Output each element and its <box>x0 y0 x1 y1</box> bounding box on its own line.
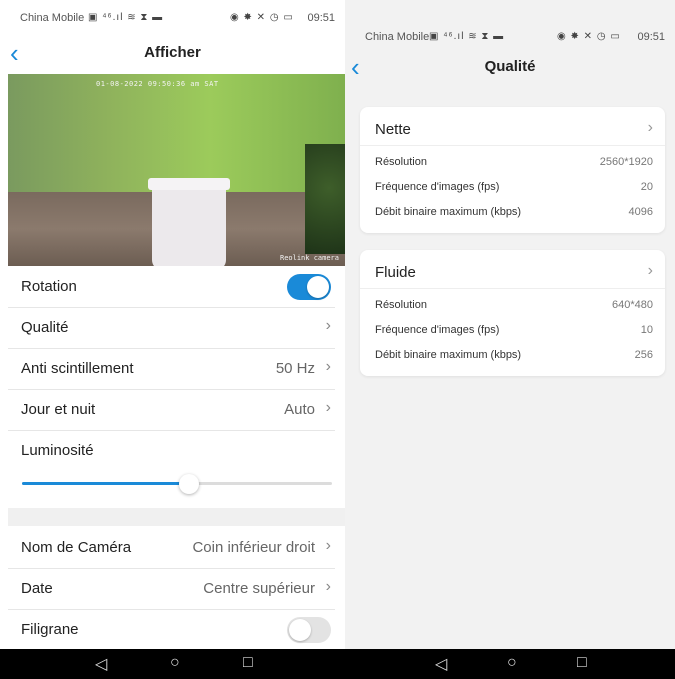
status-bar: China Mobile ▣ ⁴⁶.ıl ≋ ⧗ ▬ ◉ ✸ ✕ ◷ ▭ 09:… <box>0 8 345 28</box>
chevron-right-icon: › <box>647 262 653 279</box>
rotation-toggle[interactable] <box>287 274 331 300</box>
quality-screen: China Mobile ▣ ⁴⁶.ıl ≋ ⧗ ▬ ◉ ✸ ✕ ◷ ▭ 09:… <box>345 0 675 679</box>
spec-row: Fréquence d'images (fps) 10 <box>375 324 653 336</box>
date-value: Centre supérieur <box>203 580 315 597</box>
header: ‹ Afficher <box>0 38 345 70</box>
system-nav-bar: ◁ ○ □ <box>345 649 675 679</box>
brightness-thumb[interactable] <box>179 474 199 494</box>
spec-row: Fréquence d'images (fps) 20 <box>375 181 653 193</box>
signal-icons: ▣ ⁴⁶.ıl ≋ ⧗ ▬ <box>429 31 505 42</box>
spec-row: Débit binaire maximum (kbps) 256 <box>375 349 653 361</box>
header: ‹ Qualité <box>345 52 675 84</box>
page-title: Afficher <box>144 44 201 61</box>
spec-row: Résolution 640*480 <box>375 299 653 311</box>
card-divider <box>360 145 665 146</box>
nav-recent-icon[interactable]: □ <box>577 654 587 672</box>
nav-back-icon[interactable]: ◁ <box>435 654 447 674</box>
nav-home-icon[interactable]: ○ <box>170 654 180 672</box>
row-watermark[interactable]: Filigrane <box>8 610 335 650</box>
day-night-value: Auto <box>284 401 315 418</box>
chevron-right-icon: › <box>325 317 331 334</box>
page-title: Qualité <box>484 58 536 75</box>
card-title: Nette <box>375 121 411 138</box>
preview-watermark: Reolink camera <box>279 254 339 262</box>
camera-name-value: Coin inférieur droit <box>192 539 315 556</box>
signal-icons: ▣ ⁴⁶.ıl ≋ ⧗ ▬ <box>88 12 164 23</box>
spec-row: Résolution 2560*1920 <box>375 156 653 168</box>
row-rotation[interactable]: Rotation <box>8 267 335 308</box>
section-divider <box>8 508 345 526</box>
nav-back-icon[interactable]: ◁ <box>95 654 107 674</box>
quality-card-clear[interactable]: Nette › Résolution 2560*1920 Fréquence d… <box>360 107 665 233</box>
status-bar: China Mobile ▣ ⁴⁶.ıl ≋ ⧗ ▬ ◉ ✸ ✕ ◷ ▭ 09:… <box>345 27 675 47</box>
date-label: Date <box>21 580 53 597</box>
card-title: Fluide <box>375 264 416 281</box>
display-settings-screen: China Mobile ▣ ⁴⁶.ıl ≋ ⧗ ▬ ◉ ✸ ✕ ◷ ▭ 09:… <box>0 0 345 679</box>
brightness-label: Luminosité <box>21 442 94 459</box>
nav-recent-icon[interactable]: □ <box>243 654 253 672</box>
camera-preview: 01-08-2022 09:50:36 am SAT Reolink camer… <box>8 74 345 266</box>
day-night-label: Jour et nuit <box>21 401 96 418</box>
anti-flicker-label: Anti scintillement <box>21 360 134 377</box>
carrier-label: China Mobile <box>20 12 85 24</box>
row-date[interactable]: Date Centre supérieur › <box>8 569 335 610</box>
quality-label: Qualité <box>21 319 69 336</box>
anti-flicker-value: 50 Hz <box>275 360 315 377</box>
carrier-label: China Mobile <box>365 31 430 43</box>
row-day-night[interactable]: Jour et nuit Auto › <box>8 390 335 431</box>
clock: 09:51 <box>637 31 665 43</box>
row-quality[interactable]: Qualité › <box>8 308 335 349</box>
status-right-icons: ◉ ✸ ✕ ◷ ▭ <box>557 31 621 42</box>
camera-name-label: Nom de Caméra <box>21 539 132 556</box>
preview-timestamp: 01-08-2022 09:50:36 am SAT <box>96 80 219 88</box>
clock: 09:51 <box>307 12 335 24</box>
row-camera-name[interactable]: Nom de Caméra Coin inférieur droit › <box>8 528 335 569</box>
watermark-label: Filigrane <box>21 621 79 638</box>
chevron-right-icon: › <box>325 537 331 554</box>
nav-home-icon[interactable]: ○ <box>507 654 517 672</box>
brightness-slider[interactable] <box>22 474 332 494</box>
chevron-right-icon: › <box>325 578 331 595</box>
chevron-right-icon: › <box>647 119 653 136</box>
row-anti-flicker[interactable]: Anti scintillement 50 Hz › <box>8 349 335 390</box>
system-nav-bar: ◁ ○ □ <box>0 649 345 679</box>
quality-card-fluid[interactable]: Fluide › Résolution 640*480 Fréquence d'… <box>360 250 665 376</box>
brightness-fill <box>22 482 189 485</box>
card-divider <box>360 288 665 289</box>
row-brightness: Luminosité <box>8 431 335 507</box>
watermark-toggle[interactable] <box>287 617 331 643</box>
spec-row: Débit binaire maximum (kbps) 4096 <box>375 206 653 218</box>
chevron-right-icon: › <box>325 358 331 375</box>
status-right-icons: ◉ ✸ ✕ ◷ ▭ <box>230 12 294 23</box>
chevron-right-icon: › <box>325 399 331 416</box>
rotation-label: Rotation <box>21 278 77 295</box>
